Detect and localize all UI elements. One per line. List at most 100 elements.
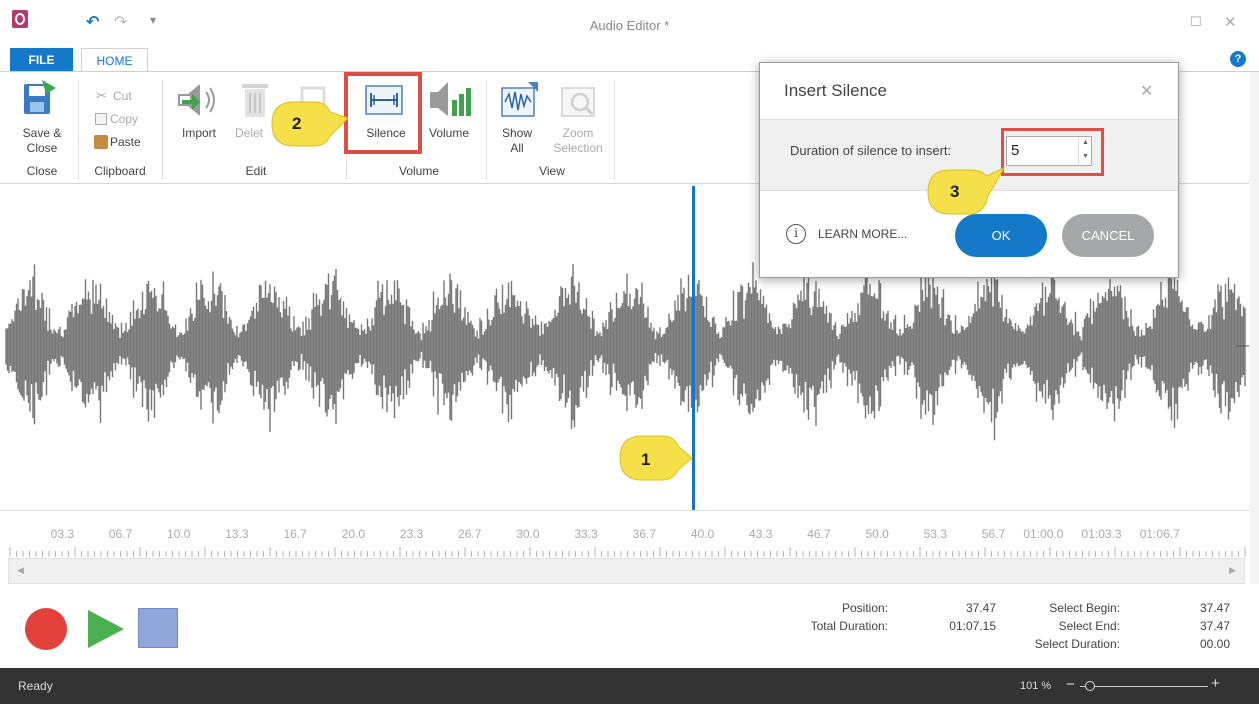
- volume-icon: [430, 82, 471, 116]
- position-label: Position:: [841, 601, 888, 615]
- playhead-cursor[interactable]: [692, 186, 695, 560]
- timeline-tick-label: 40.0: [690, 527, 715, 541]
- learn-more-link[interactable]: LEARN MORE...: [818, 227, 907, 241]
- timeline-tick-label: 36.7: [632, 527, 656, 541]
- duration-input-highlight: [1001, 128, 1104, 176]
- save-close-icon: [24, 80, 56, 114]
- maximize-icon[interactable]: ☐: [1190, 14, 1202, 30]
- zoom-selection-icon: [561, 87, 595, 117]
- scroll-right-icon[interactable]: ▶: [1229, 565, 1236, 576]
- audio-editor-window: ↶ ↷ ▾ Audio Editor * ☐ ✕ FILE HOME ? Sav…: [0, 0, 1259, 704]
- trash-icon: [242, 84, 268, 117]
- horizontal-scrollbar[interactable]: ◀ ▶: [8, 558, 1245, 584]
- show-all-label-2: All: [510, 141, 524, 155]
- zoom-in-icon[interactable]: +: [1211, 675, 1220, 692]
- timeline-tick-label: 20.0: [341, 527, 365, 541]
- timeline-tick-label: 13.3: [225, 527, 249, 541]
- ok-button[interactable]: OK: [955, 214, 1047, 257]
- timeline-tick-label: 43.3: [749, 527, 773, 541]
- save-close-label-2: Close: [26, 141, 58, 155]
- dialog-title: Insert Silence: [784, 81, 887, 100]
- vertical-scroll-gutter: [1249, 72, 1259, 668]
- group-view-label: View: [539, 164, 565, 178]
- timeline-tick-label: 30.0: [516, 527, 540, 541]
- callout-3-number: 3: [950, 182, 960, 201]
- zoom-level: 101 %: [1020, 680, 1052, 692]
- window-title: Audio Editor *: [589, 18, 670, 33]
- status-bar: Ready 101 % − +: [0, 668, 1259, 704]
- tab-home[interactable]: HOME: [81, 48, 148, 72]
- position-value: 37.47: [965, 601, 996, 615]
- timeline-tick-label: 23.3: [399, 527, 424, 541]
- callout-1: [619, 435, 693, 481]
- timeline-tick-label: 01:00.0: [1023, 527, 1064, 541]
- timeline-tick-label: 26.7: [458, 527, 482, 541]
- title-bar: ↶ ↷ ▾ Audio Editor * ☐ ✕: [0, 0, 1259, 48]
- silence-highlight: [344, 72, 422, 154]
- cut-label: Cut: [113, 89, 132, 103]
- show-all-icon: [501, 82, 538, 117]
- info-icon[interactable]: i: [786, 224, 806, 244]
- timeline-tick-label: 53.3: [923, 527, 947, 541]
- callout-2-number: 2: [292, 114, 302, 133]
- tab-file[interactable]: FILE: [10, 48, 73, 72]
- callout-3: [927, 166, 1006, 215]
- timeline-tick-label: 46.7: [807, 527, 831, 541]
- group-close-label: Close: [26, 164, 58, 178]
- zoom-selection-label-1: Zoom: [562, 126, 594, 140]
- group-clipboard-label: Clipboard: [94, 164, 146, 178]
- ribbon-separator: [486, 80, 487, 180]
- volume-label: Volume: [428, 126, 470, 140]
- ribbon-separator: [614, 80, 615, 180]
- select-end-value: 37.47: [1199, 619, 1230, 633]
- select-begin-label: Select Begin:: [1049, 601, 1120, 615]
- callout-1-number: 1: [641, 450, 651, 469]
- group-edit-label: Edit: [245, 164, 267, 178]
- paste-icon: [94, 135, 108, 149]
- scissors-icon: ✂: [96, 88, 107, 103]
- paste-label: Paste: [110, 135, 141, 149]
- record-button[interactable]: [25, 608, 67, 650]
- zoom-selection-label-2: Selection: [553, 141, 603, 155]
- ribbon-separator: [78, 80, 79, 180]
- stop-button[interactable]: [138, 608, 178, 648]
- duration-label: Duration of silence to insert:: [790, 143, 952, 158]
- copy-icon: [95, 113, 107, 125]
- total-duration-label: Total Duration:: [810, 619, 888, 633]
- total-duration-value: 01:07.15: [949, 619, 996, 633]
- group-volume-label: Volume: [398, 164, 440, 178]
- cancel-button[interactable]: CANCEL: [1062, 214, 1154, 257]
- callout-2: [271, 101, 349, 147]
- copy-label: Copy: [110, 112, 139, 126]
- status-text: Ready: [18, 679, 53, 693]
- timeline-tick-label: 50.0: [865, 527, 889, 541]
- zoom-slider-thumb[interactable]: [1085, 681, 1095, 691]
- timeline-tick-label: 33.3: [574, 527, 598, 541]
- zoom-slider[interactable]: [1080, 686, 1208, 687]
- show-all-label-1: Show: [501, 126, 533, 140]
- help-icon[interactable]: ?: [1230, 51, 1246, 67]
- import-label: Import: [181, 126, 216, 140]
- select-begin-value: 37.47: [1199, 601, 1230, 615]
- timeline-tick-label: 06.7: [108, 527, 133, 541]
- save-close-label-1: Save &: [22, 126, 62, 140]
- scroll-left-icon[interactable]: ◀: [17, 565, 24, 576]
- timeline-tick-label: 01:06.7: [1139, 527, 1180, 541]
- select-duration-label: Select Duration:: [1034, 637, 1120, 651]
- select-duration-value: 00.00: [1199, 637, 1230, 651]
- close-icon[interactable]: ✕: [1224, 13, 1237, 31]
- timeline-tick-label: 01:03.3: [1081, 527, 1122, 541]
- dialog-close-icon[interactable]: ✕: [1140, 81, 1153, 101]
- zoom-out-icon[interactable]: −: [1066, 676, 1075, 693]
- play-button[interactable]: [86, 608, 126, 650]
- timeline-tick-label: 10.0: [167, 527, 191, 541]
- timeline-ruler[interactable]: 03.3 06.7 10.0 13.3 16.7 20.0 23.3 26.7 30.0 33.3…: [0, 510, 1249, 558]
- ribbon-separator: [162, 80, 163, 180]
- timeline-tick-label: 16.7: [283, 527, 307, 541]
- select-end-label: Select End:: [1058, 619, 1120, 633]
- timeline-tick-label: 03.3: [50, 527, 74, 541]
- timeline-tick-label: 56.7: [981, 527, 1006, 541]
- transport-panel: Position: 37.47 Total Duration: 01:07.15…: [0, 584, 1259, 668]
- import-icon: [178, 84, 215, 116]
- waveform-path: [5, 254, 1246, 441]
